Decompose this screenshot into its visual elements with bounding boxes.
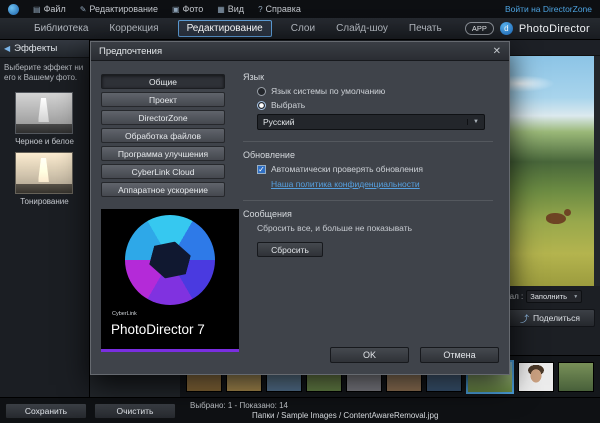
messages-text: Сбросить все, и больше не показывать — [257, 223, 493, 233]
menu-help-label: Справка — [266, 4, 301, 14]
update-section: Обновление ✓ Автоматически проверять обн… — [243, 141, 493, 189]
chevron-down-icon: ▼ — [573, 294, 578, 300]
effect-black-white-thumb[interactable] — [15, 92, 73, 134]
photodirector-logo: CyberLink PhotoDirector 7 — [101, 209, 239, 352]
effects-desc-line2: его к Вашему фото. — [4, 73, 85, 83]
directorzone-icon[interactable]: d — [500, 22, 513, 35]
status-bar: Сохранить Очистить Выбрано: 1 - Показано… — [0, 397, 600, 423]
menu-edit-label: Редактирование — [89, 4, 158, 14]
filmstrip-thumb[interactable] — [558, 362, 594, 392]
reset-button[interactable]: Сбросить — [257, 242, 323, 257]
effects-panel: ◀ Эффекты Выберите эффект ни его к Вашем… — [0, 40, 90, 397]
privacy-policy-link[interactable]: Наша политика конфиденциальности — [271, 179, 420, 189]
dialog-actions: OK Отмена — [330, 347, 499, 363]
clear-button[interactable]: Очистить — [94, 403, 176, 419]
menubar: ▤ Файл ✎ Редактирование ▣ Фото ▦ Вид ? С… — [0, 0, 600, 18]
language-section-title: Язык — [243, 72, 493, 82]
sidebar-item-project[interactable]: Проект — [101, 92, 225, 107]
ok-button[interactable]: OK — [330, 347, 409, 363]
effect-black-white-label: Черное и белое — [15, 137, 75, 146]
menu-photo-label: Фото — [183, 4, 204, 14]
sidebar-item-hardware[interactable]: Аппаратное ускорение — [101, 182, 225, 197]
effects-title: Эффекты — [14, 43, 57, 54]
share-label: Поделиться — [533, 313, 580, 323]
effects-desc-line1: Выберите эффект ни — [4, 63, 85, 73]
language-select[interactable]: Русский ▼ — [257, 114, 485, 130]
dialog-body: Общие Проект DirectorZone Обработка файл… — [91, 61, 509, 374]
zoom-row: дал : Заполнить ▼ — [505, 290, 597, 303]
menu-file[interactable]: ▤ Файл — [33, 4, 66, 14]
share-icon: ⤴ — [520, 312, 529, 325]
view-menu-icon: ▦ — [217, 5, 225, 14]
sidebar-item-improvement[interactable]: Программа улучшения — [101, 146, 225, 161]
tab-layers[interactable]: Слои — [289, 21, 317, 36]
menu-edit[interactable]: ✎ Редактирование — [80, 4, 158, 14]
radio-system-language[interactable]: Язык системы по умолчанию — [257, 86, 493, 96]
app-icon — [8, 4, 19, 15]
edit-menu-icon: ✎ — [80, 5, 87, 14]
messages-section-title: Сообщения — [243, 209, 493, 219]
cyberlink-label: CyberLink — [112, 311, 137, 317]
radio-selected-icon[interactable] — [257, 101, 266, 110]
update-section-title: Обновление — [243, 150, 493, 160]
dialog-title: Предпочтения — [99, 46, 162, 57]
sidebar-item-file-handling[interactable]: Обработка файлов — [101, 128, 225, 143]
brand-logo: PhotoDirector — [519, 23, 590, 35]
tab-slideshow[interactable]: Слайд-шоу — [334, 21, 390, 36]
radio-choose-language-label: Выбрать — [271, 100, 305, 110]
tab-adjustment[interactable]: Коррекция — [107, 21, 160, 36]
share-button[interactable]: ⤴ Поделиться — [505, 309, 595, 327]
preferences-dialog: Предпочтения ✕ Общие Проект DirectorZone… — [90, 41, 510, 375]
signin-directorzone-link[interactable]: Войти на DirectorZone — [505, 4, 592, 14]
tabbar-right-group: APP d PhotoDirector — [465, 22, 590, 35]
menu-photo[interactable]: ▣ Фото — [172, 4, 203, 14]
close-icon[interactable]: ✕ — [493, 46, 501, 57]
tab-edit[interactable]: Редактирование — [178, 20, 272, 37]
radio-choose-language[interactable]: Выбрать — [257, 100, 493, 110]
effect-black-white[interactable]: Черное и белое — [15, 92, 75, 146]
cancel-button[interactable]: Отмена — [420, 347, 499, 363]
zoom-select[interactable]: Заполнить ▼ — [526, 290, 582, 303]
effect-tint-thumb[interactable] — [15, 152, 73, 194]
dialog-titlebar[interactable]: Предпочтения ✕ — [91, 42, 509, 61]
menu-view[interactable]: ▦ Вид — [217, 4, 244, 14]
auto-update-label: Автоматически проверять обновления — [271, 164, 423, 174]
sidebar-item-directorzone[interactable]: DirectorZone — [101, 110, 225, 125]
menu-help[interactable]: ? Справка — [258, 4, 301, 14]
app-badge[interactable]: APP — [465, 22, 494, 35]
sidebar-item-cloud[interactable]: CyberLink Cloud — [101, 164, 225, 179]
chevron-down-icon: ▼ — [467, 119, 479, 125]
save-button[interactable]: Сохранить — [5, 403, 87, 419]
preferences-content: Язык Язык системы по умолчанию Выбрать Р… — [243, 69, 493, 257]
radio-icon[interactable] — [257, 87, 266, 96]
effect-tint-label: Тонирование — [15, 197, 75, 206]
photodirector-window: ▤ Файл ✎ Редактирование ▣ Фото ▦ Вид ? С… — [0, 0, 600, 423]
messages-section: Сообщения Сбросить все, и больше не пока… — [243, 200, 493, 257]
auto-update-checkbox-row[interactable]: ✓ Автоматически проверять обновления — [257, 164, 493, 174]
back-icon[interactable]: ◀ — [4, 44, 10, 53]
selection-status: Выбрано: 1 - Показано: 14 — [190, 401, 288, 410]
effect-tint[interactable]: Тонирование — [15, 152, 75, 206]
tab-library[interactable]: Библиотека — [32, 21, 90, 36]
filmstrip-thumb[interactable] — [518, 362, 554, 392]
checkbox-checked-icon[interactable]: ✓ — [257, 165, 266, 174]
preferences-sidebar: Общие Проект DirectorZone Обработка файл… — [101, 74, 225, 197]
file-menu-icon: ▤ — [33, 5, 41, 14]
help-menu-icon: ? — [258, 5, 262, 14]
menu-file-label: Файл — [44, 4, 66, 14]
photo-menu-icon: ▣ — [172, 5, 180, 14]
aperture-icon — [125, 215, 215, 305]
zoom-value: Заполнить — [530, 292, 567, 301]
menu-view-label: Вид — [228, 4, 244, 14]
tab-print[interactable]: Печать — [407, 21, 444, 36]
file-path: Папки / Sample Images / ContentAwareRemo… — [252, 411, 438, 420]
effects-header: ◀ Эффекты — [0, 40, 89, 58]
effects-description: Выберите эффект ни его к Вашему фото. — [0, 58, 89, 86]
module-tabbar: Библиотека Коррекция Редактирование Слои… — [0, 18, 600, 40]
photodirector7-label: PhotoDirector 7 — [111, 322, 205, 337]
radio-system-language-label: Язык системы по умолчанию — [271, 86, 385, 96]
language-select-value: Русский — [263, 117, 295, 127]
sidebar-item-general[interactable]: Общие — [101, 74, 225, 89]
horse-in-photo — [546, 213, 566, 224]
